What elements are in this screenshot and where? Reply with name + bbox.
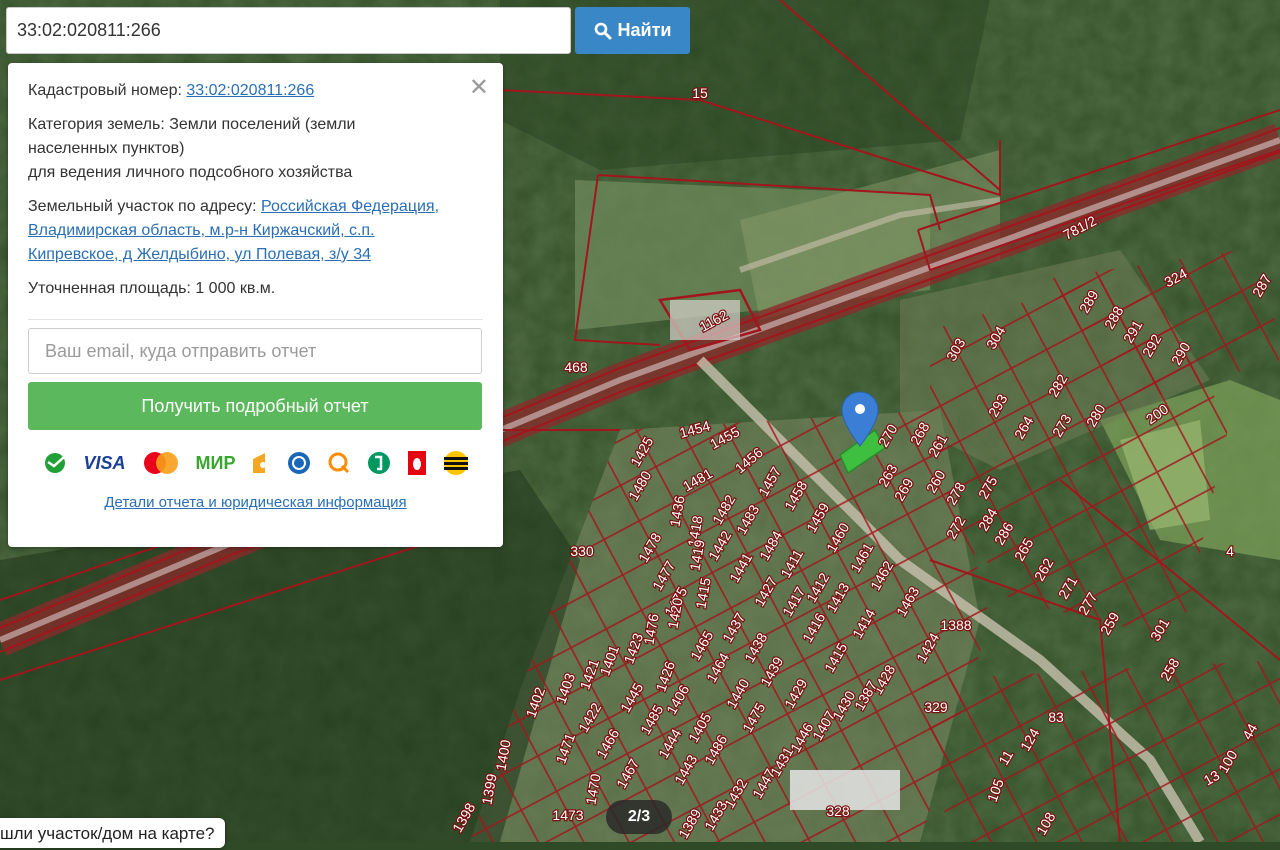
parcel-number-label[interactable]: 468 [563, 358, 589, 376]
details-row: Детали отчета и юридическая информация [28, 494, 483, 511]
parcel-number-label[interactable]: 15 [691, 84, 709, 102]
qiwi-icon [328, 452, 350, 474]
area-label: Уточненная площадь: [28, 280, 191, 297]
parcel-number-label[interactable]: 1473 [551, 806, 585, 824]
payment-methods: VISA МИР [28, 448, 483, 478]
search-input[interactable] [7, 8, 570, 53]
parcel-number-label[interactable]: 83 [1047, 708, 1065, 726]
address-label: Земельный участок по адресу: [28, 198, 257, 215]
mastercard-icon [143, 452, 178, 474]
area-value: 1 000 кв.м. [195, 280, 276, 297]
sberbank-icon [44, 453, 65, 473]
mir-logo: МИР [195, 452, 236, 473]
usage-value: для ведения личного подсобного хозяйства [28, 164, 353, 181]
visa-logo: VISA [83, 452, 126, 473]
cadastral-row: Кадастровый номер: 33:02:020811:266 [28, 79, 483, 103]
parcel-number-label[interactable]: 1388 [939, 616, 973, 634]
search-button[interactable]: Найти [575, 7, 690, 54]
yandex-money-icon [253, 453, 267, 473]
details-link[interactable]: Детали отчета и юридическая информация [104, 494, 406, 511]
pagination-indicator[interactable]: 2/3 [606, 800, 672, 834]
mts-icon [408, 451, 427, 475]
cadastral-number-link[interactable]: 33:02:020811:266 [186, 82, 314, 99]
divider [28, 319, 483, 320]
email-input[interactable] [28, 328, 482, 374]
megafon-icon [368, 452, 391, 474]
map-tip[interactable]: шли участок/дом на карте? [0, 818, 225, 848]
category-row: Категория земель: Земли поселений (земли… [28, 113, 408, 185]
parcel-number-label[interactable]: 329 [923, 698, 949, 716]
close-icon[interactable]: ✕ [469, 73, 489, 102]
webmoney-icon [288, 452, 311, 474]
beeline-icon [444, 451, 469, 475]
search-icon [594, 22, 612, 39]
parcel-number-label[interactable]: 4 [1225, 542, 1235, 560]
parcel-number-label[interactable]: 330 [569, 542, 595, 560]
search-button-label: Найти [617, 20, 672, 40]
cadastral-label: Кадастровый номер: [28, 82, 182, 99]
parcel-info-panel: ✕ Кадастровый номер: 33:02:020811:266 Ка… [8, 63, 503, 547]
area-row: Уточненная площадь: 1 000 кв.м. [28, 277, 483, 301]
category-label: Категория земель: [28, 116, 165, 133]
search-box [6, 7, 571, 54]
parcel-number-label[interactable]: 328 [825, 802, 851, 820]
get-report-button[interactable]: Получить подробный отчет [28, 382, 482, 430]
address-row: Земельный участок по адресу: Российская … [28, 195, 468, 267]
